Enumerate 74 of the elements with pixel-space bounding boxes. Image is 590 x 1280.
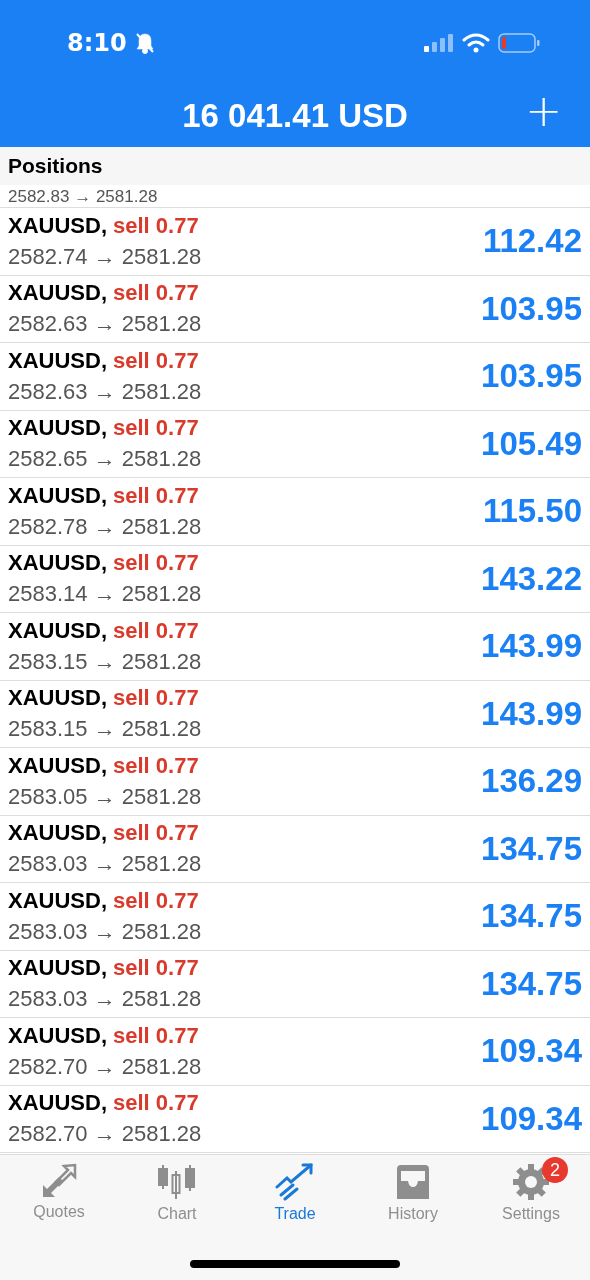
tab[interactable]: Settings 2: [476, 1157, 586, 1223]
position-side: sell 0.77: [113, 550, 199, 577]
position-prices: 2582.78 → 2581.28: [8, 513, 203, 540]
position-symbol: XAUUSD,: [8, 617, 107, 644]
battery-icon: [498, 32, 540, 53]
wifi-icon: [462, 32, 490, 53]
position-side: sell 0.77: [113, 212, 199, 239]
position-prices: 2582.83 → 2581.28: [8, 187, 158, 207]
position-symbol: XAUUSD,: [8, 820, 107, 847]
position-side: sell 0.77: [113, 685, 199, 712]
candlestick-icon: [157, 1163, 197, 1201]
position-symbol: XAUUSD,: [8, 415, 107, 442]
position-symbol: XAUUSD,: [8, 887, 107, 914]
position-symbol: XAUUSD,: [8, 482, 107, 509]
position-prices: 2583.03 → 2581.28: [8, 918, 203, 945]
position-profit: 112.42: [482, 222, 582, 261]
position-prices: 2583.14 → 2581.28: [8, 581, 203, 608]
position-symbol: XAUUSD,: [8, 212, 107, 239]
status-time: 8:10: [67, 28, 127, 57]
tab[interactable]: History: [358, 1157, 468, 1223]
position-prices: 2583.03 → 2581.28: [8, 986, 203, 1013]
position-prices: 2583.03 → 2581.28: [8, 851, 203, 878]
position-side: sell 0.77: [113, 347, 199, 374]
position-side: sell 0.77: [113, 955, 199, 982]
position-profit: 143.99: [481, 694, 582, 733]
position-symbol: XAUUSD,: [8, 1090, 107, 1117]
position-profit: 134.75: [481, 829, 582, 868]
position-side: sell 0.77: [113, 280, 199, 307]
position-prices: 2582.63 → 2581.28: [8, 378, 203, 405]
position-profit: 143.22: [481, 559, 582, 598]
position-profit: 109.34: [481, 1099, 582, 1138]
position-profit: 134.75: [481, 964, 582, 1003]
position-profit: 134.75: [481, 897, 582, 936]
position-profit: 103.95: [481, 357, 582, 396]
position-prices: 2583.15 → 2581.28: [8, 716, 203, 743]
position-profit: 143.99: [481, 627, 582, 666]
position-side: sell 0.77: [113, 887, 199, 914]
position-prices: 2582.63 → 2581.28: [8, 311, 203, 338]
position-profit: 136.29: [481, 762, 582, 801]
position-symbol: XAUUSD,: [8, 752, 107, 779]
position-prices: 2583.15 → 2581.28: [8, 648, 203, 675]
position-side: sell 0.77: [113, 482, 199, 509]
signal-icon: [424, 32, 454, 53]
position-side: sell 0.77: [113, 820, 199, 847]
position-side: sell 0.77: [113, 415, 199, 442]
position-symbol: XAUUSD,: [8, 685, 107, 712]
position-symbol: XAUUSD,: [8, 1022, 107, 1049]
position-side: sell 0.77: [113, 752, 199, 779]
position-side: sell 0.77: [113, 617, 199, 644]
position-side: sell 0.77: [113, 1090, 199, 1117]
position-prices: 2582.65 → 2581.28: [8, 446, 203, 473]
add-button[interactable]: +: [521, 89, 566, 133]
trend-up-icon: [275, 1163, 315, 1201]
tab[interactable]: Quotes: [4, 1157, 114, 1223]
notification-badge: 2: [542, 1157, 568, 1183]
tab[interactable]: Chart: [122, 1157, 232, 1223]
position-prices: 2583.05 → 2581.28: [8, 783, 203, 810]
position-symbol: XAUUSD,: [8, 955, 107, 982]
balance-title: 16 041.41 USD: [182, 97, 408, 135]
section-title: Positions: [8, 154, 103, 178]
position-symbol: XAUUSD,: [8, 347, 107, 374]
position-symbol: XAUUSD,: [8, 550, 107, 577]
position-side: sell 0.77: [113, 1022, 199, 1049]
position-profit: 109.34: [481, 1032, 582, 1071]
tab[interactable]: Trade: [240, 1157, 350, 1223]
position-prices: 2582.70 → 2581.28: [8, 1053, 203, 1080]
position-profit: 103.95: [481, 289, 582, 328]
gear-icon: [512, 1163, 550, 1201]
position-symbol: XAUUSD,: [8, 280, 107, 307]
position-prices: 2582.70 → 2581.28: [8, 1121, 203, 1148]
position-prices: 2582.74 → 2581.28: [8, 243, 203, 270]
bell-slash-icon: [134, 31, 155, 54]
position-profit: 115.50: [482, 492, 582, 531]
position-profit: 105.49: [481, 424, 582, 463]
